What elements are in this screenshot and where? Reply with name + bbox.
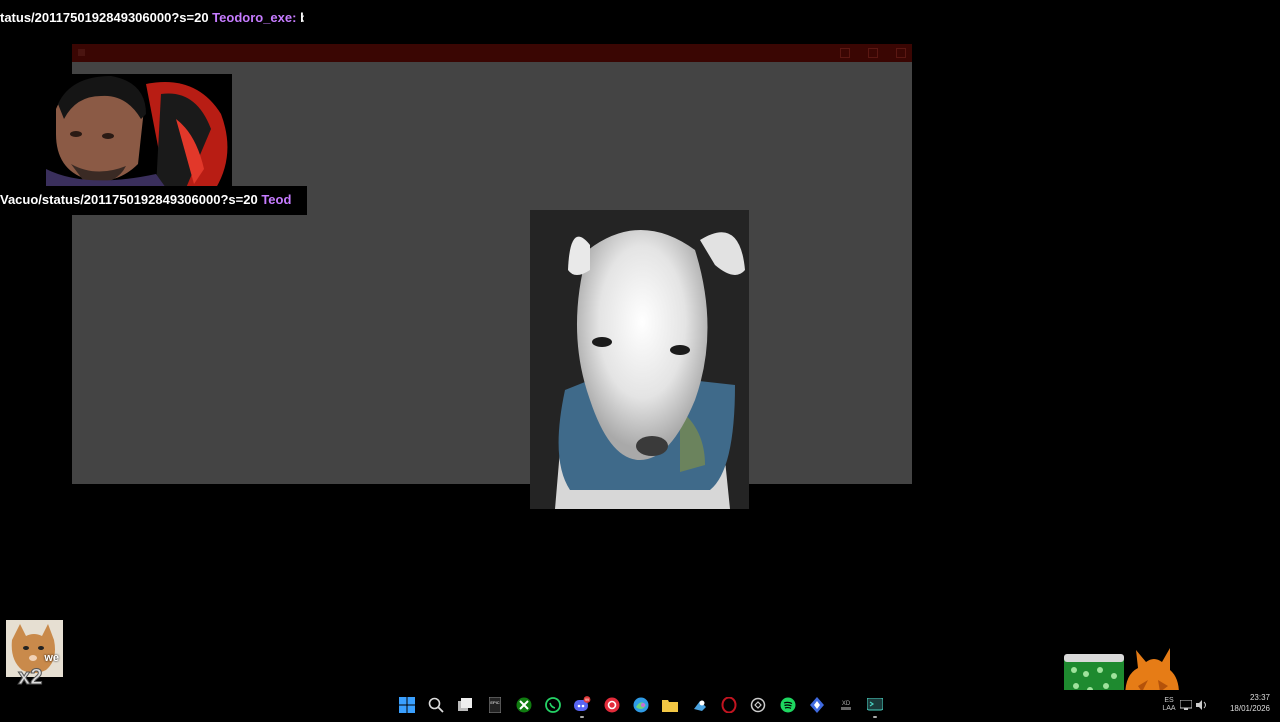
dog-image <box>530 210 749 509</box>
window-controls <box>840 44 906 62</box>
terminal-icon[interactable] <box>861 690 890 720</box>
taskbar-icons: EPIC 99 XD <box>392 690 890 720</box>
task-view-icon[interactable] <box>451 690 480 720</box>
multiplier-label: x2 <box>17 664 43 690</box>
opera-gx-icon[interactable] <box>597 690 626 720</box>
discord-icon[interactable]: 99 <box>568 690 597 720</box>
xbox-icon[interactable] <box>509 690 538 720</box>
keyboard-layout: LAA <box>1162 705 1176 712</box>
opera-icon[interactable] <box>714 690 743 720</box>
running-indicator <box>873 716 878 718</box>
language-indicator[interactable]: ES LAA <box>1160 697 1178 713</box>
streamer-image <box>46 74 232 188</box>
taskbar-clock[interactable]: 23:37 18/01/2026 <box>1230 692 1270 714</box>
whatsapp-icon[interactable] <box>538 690 567 720</box>
webcam-feed <box>46 74 232 188</box>
chatgpt-icon[interactable] <box>744 690 773 720</box>
steam-icon[interactable] <box>685 690 714 720</box>
file-explorer-icon[interactable] <box>656 690 685 720</box>
windows-start-icon[interactable] <box>392 690 421 720</box>
clock-date: 18/01/2026 <box>1229 704 1270 713</box>
volume-icon[interactable] <box>1194 700 1210 710</box>
maximize-button[interactable] <box>868 48 878 58</box>
app-icon <box>78 49 85 56</box>
ticker-username: Teodoro_exe: <box>212 10 297 25</box>
running-indicator <box>580 716 585 718</box>
close-button[interactable] <box>896 48 906 58</box>
clock-time: 23:37 <box>1249 693 1270 702</box>
minimize-button[interactable] <box>840 48 850 58</box>
xd-icon[interactable]: XD <box>831 690 860 720</box>
system-tray: ES LAA <box>1160 690 1210 720</box>
search-icon[interactable] <box>421 690 450 720</box>
ticker-message: be <box>300 10 304 25</box>
blue-app-icon[interactable] <box>802 690 831 720</box>
dog-photo <box>530 210 749 509</box>
spotify-icon[interactable] <box>773 690 802 720</box>
sticker-caption: we <box>44 652 59 664</box>
ticker-text: tatus/2011750192849306000?s=20 <box>0 10 209 25</box>
edge-browser-icon[interactable] <box>626 690 655 720</box>
window-titlebar[interactable] <box>72 44 912 62</box>
epic-label: EPIC <box>490 700 499 705</box>
ticker-cam-username: Teod <box>261 192 292 207</box>
chat-ticker-cam: Vacuo/status/2011750192849306000?s=20 Te… <box>0 186 307 215</box>
network-icon[interactable] <box>1178 700 1194 710</box>
epic-games-icon[interactable]: EPIC <box>480 690 509 720</box>
xd-label: XD <box>842 701 851 707</box>
ticker-cam-text: Vacuo/status/2011750192849306000?s=20 <box>0 192 258 207</box>
chat-ticker-top: tatus/2011750192849306000?s=20 Teodoro_e… <box>0 8 304 28</box>
language-code: ES <box>1164 697 1174 704</box>
discord-badge: 99 <box>585 698 589 702</box>
